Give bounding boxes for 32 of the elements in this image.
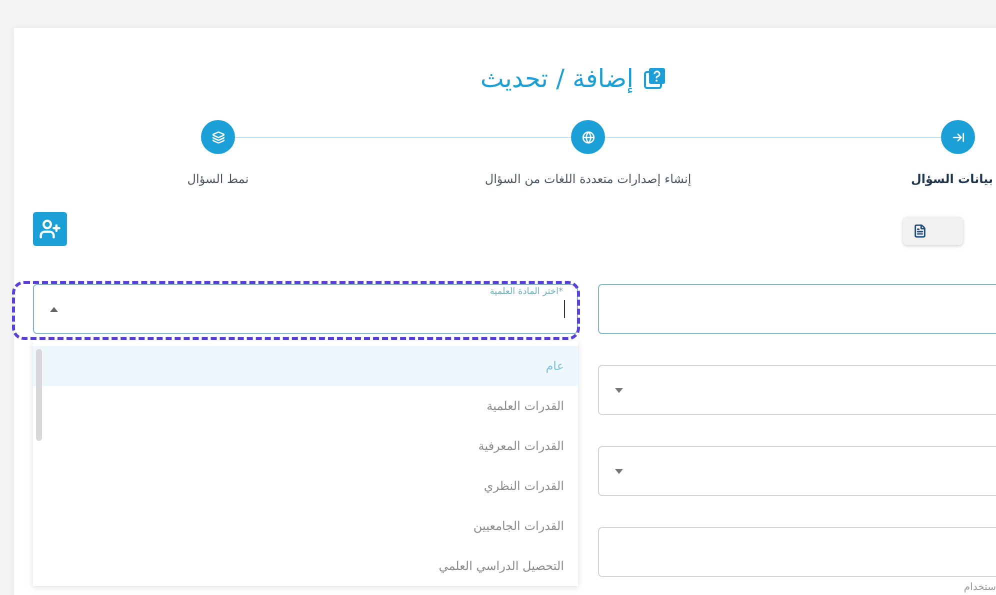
select-field[interactable] [598, 446, 996, 496]
step-circle[interactable] [571, 120, 605, 154]
step-label: نمط السؤال [187, 172, 249, 186]
caret-icon [615, 468, 623, 474]
document-icon [913, 224, 927, 238]
step-circle[interactable] [941, 120, 975, 154]
field-label: اختر المادة العلمية* [490, 287, 563, 297]
dropdown-option[interactable]: القدرات المعرفية [33, 426, 578, 466]
step-label: بيانات السؤال [910, 172, 994, 186]
layers-icon [212, 130, 224, 144]
dropdown-option[interactable]: القدرات النظري [33, 466, 578, 506]
caret-icon [615, 388, 623, 392]
user-plus-icon [39, 218, 61, 240]
page-title: إضافة / تحديث [480, 64, 634, 92]
globe-icon [582, 130, 594, 144]
dropdown-option[interactable]: عام [33, 346, 578, 386]
arrow-to-line-icon [952, 130, 964, 144]
select-field[interactable] [598, 365, 996, 415]
dropdown-option[interactable]: القدرات العلمية [33, 386, 578, 426]
question-book-icon [644, 67, 666, 89]
step-label: إنشاء إصدارات متعددة اللغات من السؤال [484, 172, 692, 186]
step-circle[interactable] [201, 120, 235, 154]
input-field[interactable] [598, 527, 996, 577]
helper-text: ستخدام [964, 582, 996, 593]
add-user-button[interactable] [33, 212, 67, 246]
text-cursor [564, 300, 565, 318]
subject-select[interactable]: اختر المادة العلمية* [33, 284, 578, 334]
document-button[interactable] [903, 217, 963, 245]
scrollbar-thumb[interactable] [36, 349, 42, 441]
dropdown-option[interactable]: التحصيل الدراسي العلمي [33, 546, 578, 586]
input-field[interactable] [598, 284, 996, 334]
dropdown-option[interactable]: القدرات الجامعيين [33, 506, 578, 546]
